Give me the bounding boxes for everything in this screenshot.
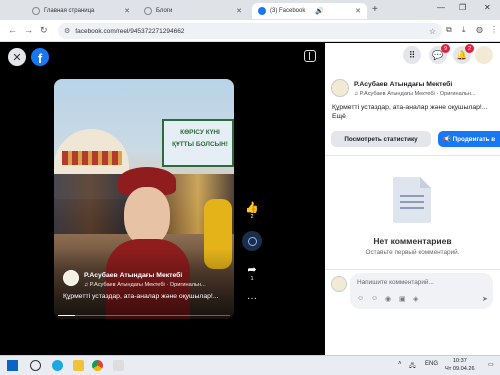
share-count: 1 (250, 276, 254, 282)
apps-menu-icon[interactable]: ⠿ (403, 46, 421, 64)
promote-label: Продвигать в (452, 135, 496, 143)
menu-icon[interactable]: ⋮ (490, 25, 498, 34)
girl-face-image (124, 187, 170, 245)
reel-author-name[interactable]: Р.Асубаев Атындағы Мектебі (84, 272, 182, 279)
new-tab-button[interactable]: + (372, 4, 378, 15)
bookmark-star-icon[interactable]: ☆ (429, 27, 436, 36)
notifications-badge: 2 (465, 44, 474, 53)
camera-icon[interactable]: ◉ (385, 295, 391, 303)
profile-icon[interactable]: ◍ (476, 25, 483, 34)
back-icon[interactable]: ← (8, 25, 17, 35)
promote-button[interactable]: 📢 Продвигать в (438, 131, 500, 147)
speaker-icon[interactable]: 🔊 (315, 7, 324, 15)
commenter-avatar (331, 276, 347, 292)
like-button[interactable]: 👍 2 (243, 202, 261, 220)
comment-icon (247, 236, 257, 246)
close-window-icon[interactable]: ✕ (484, 3, 491, 12)
author-avatar[interactable] (63, 270, 79, 286)
view-insights-button[interactable]: Посмотреть статистику (331, 131, 431, 147)
site-info-icon[interactable]: ⚙ (64, 27, 70, 35)
reel-viewer: ✕ f КӨРІСУ КҮНІ ҚҰТТЫ БОЛСЫН! Р.Асубаев … (0, 43, 325, 357)
facebook-icon (258, 7, 266, 15)
start-icon[interactable] (7, 360, 18, 371)
megaphone-icon: 📢 (443, 136, 453, 143)
divider (325, 269, 500, 270)
globe-icon (32, 7, 40, 15)
file-explorer-icon[interactable] (73, 360, 84, 371)
more-options-button[interactable]: ··· (243, 293, 261, 304)
divider (325, 155, 500, 156)
no-comments-subtitle: Оставьте первый комментарий. (365, 249, 460, 256)
browser-tab-bar: Главная страница ✕ Блоги ✕ (3) Facebook … (0, 0, 500, 20)
like-count: 2 (250, 214, 254, 220)
tab-blogs[interactable]: Блоги ✕ (138, 3, 248, 19)
reel-side-panel: ⠿ 💬 9 🔔 2 Р.Асубаев Атындағы Мектебі ♫ Р.А… (325, 43, 500, 357)
thumbs-up-icon: 👍 (245, 202, 259, 214)
reel-audio-label[interactable]: ♫ Р.Асубаев Атындағы Мектебі · Оригиналь… (84, 282, 206, 288)
comment-placeholder: Напишите комментарий... (357, 279, 434, 286)
downloads-icon[interactable]: ⤓ (462, 25, 466, 35)
account-avatar[interactable] (475, 46, 493, 64)
notifications-icon[interactable]: 🔔 2 (453, 44, 474, 64)
facebook-logo-icon[interactable]: f (31, 48, 49, 66)
tab-label: Блоги (156, 8, 173, 14)
close-tab-icon[interactable]: ✕ (124, 7, 130, 15)
tab-facebook[interactable]: (3) Facebook 🔊 ✕ (252, 3, 367, 19)
emoji-icon[interactable]: ☺ (371, 295, 378, 302)
document-icon (393, 177, 431, 223)
video-progress-bar[interactable] (58, 315, 230, 316)
expand-panel-icon[interactable] (304, 50, 316, 62)
tab-home[interactable]: Главная страница ✕ (26, 3, 136, 19)
gif-icon[interactable]: ▣ (399, 295, 406, 303)
language-indicator[interactable]: ENG (425, 361, 438, 367)
no-comments-title: Нет комментариев (373, 236, 452, 246)
address-bar-row: ← → ↻ ⚙ facebook.com/reel/94537227129466… (0, 20, 500, 42)
share-icon: ➦ (247, 264, 257, 276)
tray-chevron-icon[interactable]: ˄ (398, 361, 402, 367)
share-button[interactable]: ➦ 1 (243, 264, 261, 282)
messenger-badge: 9 (441, 44, 450, 53)
banner-text-1: КӨРІСУ КҮНІ (180, 129, 220, 136)
close-tab-icon[interactable]: ✕ (355, 7, 361, 15)
tab-label: Главная страница (44, 8, 95, 14)
reel-caption: Құрметті устаздар, ата-аналар және оқушы… (63, 293, 219, 300)
clock-time: 10:37 (452, 358, 467, 364)
globe-icon (144, 7, 152, 15)
messenger-icon[interactable]: 💬 9 (429, 44, 450, 64)
edge-icon[interactable] (52, 360, 63, 371)
panel-author-name[interactable]: Р.Асубаев Атындағы Мектебі (354, 81, 452, 88)
clock-date: Чт 09.04.26 (445, 366, 475, 372)
sticker-icon[interactable]: ◈ (413, 295, 418, 303)
maximize-icon[interactable]: ❐ (459, 3, 466, 12)
app-icon[interactable] (113, 360, 124, 371)
video-progress-fill (58, 315, 76, 316)
search-icon[interactable] (30, 360, 41, 371)
forward-icon[interactable]: → (24, 25, 33, 35)
minimize-icon[interactable]: — (437, 3, 445, 12)
extensions-icon[interactable]: ⧉ (446, 25, 452, 35)
author-avatar[interactable] (331, 79, 349, 97)
windows-taskbar: ˄ 🖧 ENG 10:37 Чт 09.04.26 ▭ (0, 355, 500, 375)
send-icon[interactable]: ➤ (482, 295, 488, 303)
url-text: facebook.com/reel/945372271294662 (75, 27, 185, 35)
reel-video[interactable]: КӨРІСУ КҮНІ ҚҰТТЫ БОЛСЫН! Р.Асубаев Атын… (54, 79, 234, 319)
panel-audio-label[interactable]: ♫ Р.Асубаев Атындағы Мектебі · Оригиналь… (354, 91, 476, 97)
chrome-icon[interactable] (92, 360, 103, 371)
close-icon[interactable]: ✕ (8, 48, 26, 66)
panel-caption[interactable]: Құрметті устаздар, ата-аналар және оқушы… (332, 103, 497, 121)
comment-button[interactable] (242, 231, 262, 251)
url-field[interactable]: ⚙ facebook.com/reel/945372271294662 ☆ (58, 23, 442, 39)
banner-text-2: ҚҰТТЫ БОЛСЫН! (172, 141, 228, 148)
notification-center-icon[interactable]: ▭ (488, 361, 494, 368)
comment-input[interactable]: Напишите комментарий... ☺ ☺ ◉ ▣ ◈ ➤ (350, 273, 493, 309)
close-tab-icon[interactable]: ✕ (236, 7, 242, 15)
reel-audio-text: Р.Асубаев Атындағы Мектебі · Оригинальн.… (89, 282, 206, 288)
reload-icon[interactable]: ↻ (40, 25, 48, 36)
tab-label: (3) Facebook (270, 8, 306, 14)
network-icon[interactable]: 🖧 (409, 361, 416, 371)
panel-audio-text: Р.Асубаев Атындағы Мектебі · Оригинальн.… (359, 91, 476, 97)
clock[interactable]: 10:37 Чт 09.04.26 (445, 357, 475, 373)
avatar-sticker-icon[interactable]: ☺ (357, 295, 364, 302)
greeting-banner: КӨРІСУ КҮНІ ҚҰТТЫ БОЛСЫН! (162, 119, 234, 167)
